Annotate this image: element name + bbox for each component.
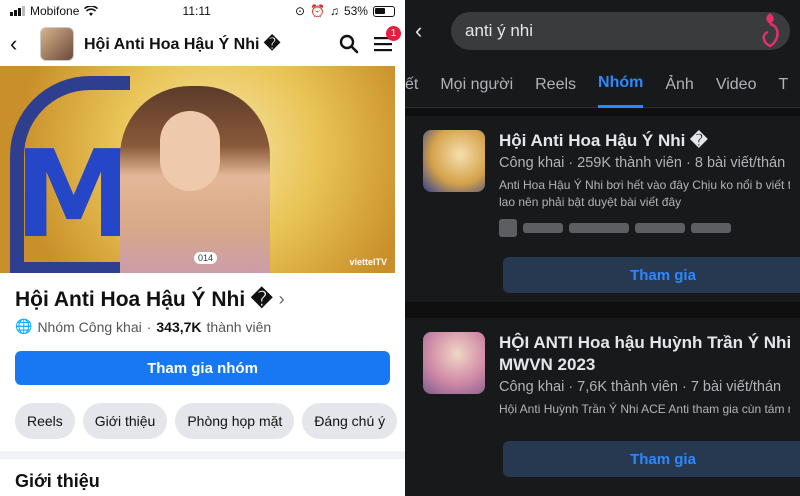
group-header: ‹ Hội Anti Hoa Hậu Ý Nhi � 1 [0,22,405,66]
result-thumbnail[interactable] [423,130,485,192]
broadcaster-logo: viettelTV [349,257,387,267]
search-results-dark: ‹ anti ý nhi ết Mọi người Reels Nhóm Ảnh… [405,0,800,496]
tab-photos[interactable]: Ảnh [665,62,693,108]
result-title[interactable]: HỘI ANTI Hoa hậu Huỳnh Trần Ý Nhi MWVN 2… [499,332,790,376]
section-divider [0,451,405,459]
member-count: 343,7K [156,318,202,335]
watermark-logo-icon [762,13,779,48]
results-separator [405,302,800,318]
chevron-right-icon: › [278,289,285,309]
blurred-text [523,223,563,233]
group-name[interactable]: Hội Anti Hoa Hậu Ý Nhi � › [0,273,405,316]
globe-icon: 🌐 [15,318,33,334]
meta-separator: · [146,318,152,335]
blurred-text [569,223,629,233]
back-arrow-icon[interactable]: ‹ [10,31,30,57]
search-icon[interactable] [337,32,361,56]
carrier-name: Mobifone [30,4,80,18]
rotation-lock-icon: ⊙ [294,4,305,18]
results-separator [405,108,800,116]
member-suffix: thành viên [206,318,272,335]
screenshot-composite: Mobifone 11:11 ⊙ ⏰ ♫ 53% ‹ Hội Anti Hoa … [0,0,800,496]
result-card[interactable]: Hội Anti Hoa Hậu Ý Nhi � Công khai · 259… [405,116,800,293]
group-chips: Reels Giới thiệu Phòng họp mặt Đáng chú … [15,403,405,439]
cover-photo[interactable]: M 014 viettelTV [0,66,395,273]
battery-percent: 53% [343,4,368,18]
join-group-button[interactable]: Tham gia nhóm [15,351,390,385]
result-meta: Công khai · 7,6K thành viên · 7 bài viết… [499,379,782,395]
chip-featured[interactable]: Đáng chú ý [302,403,398,439]
headphones-icon: ♫ [329,4,339,18]
search-bar-row: ‹ anti ý nhi [405,0,800,62]
tab-videos[interactable]: Video [716,62,757,108]
tab-posts[interactable]: ết [405,62,418,108]
contestant-number: 014 [194,252,218,264]
blurred-text [635,223,685,233]
menu-icon[interactable]: 1 [371,26,401,56]
result-meta: Công khai · 259K thành viên · 8 bài viết… [499,155,786,171]
tab-more[interactable]: T [778,62,788,108]
filter-tabs: ết Mọi người Reels Nhóm Ảnh Video T [405,62,800,108]
chip-rooms[interactable]: Phòng họp mặt [175,403,295,439]
chip-reels[interactable]: Reels [15,403,75,439]
chip-about[interactable]: Giới thiệu [82,403,168,439]
group-page-light: Mobifone 11:11 ⊙ ⏰ ♫ 53% ‹ Hội Anti Hoa … [0,0,405,496]
group-avatar[interactable] [40,27,74,61]
search-input[interactable]: anti ý nhi [451,12,790,50]
blurred-text [691,223,731,233]
clock: 11:11 [182,4,211,18]
header-title: Hội Anti Hoa Hậu Ý Nhi � [84,36,281,53]
status-bar: Mobifone 11:11 ⊙ ⏰ ♫ 53% [0,0,405,22]
contestant-face [160,111,220,191]
result-description: Hội Anti Huỳnh Trần Ý Nhi ACE Anti tham … [499,402,790,416]
notification-badge: 1 [386,26,401,41]
group-meta: 🌐 Nhóm Công khai · 343,7K thành viên [0,316,405,335]
join-button[interactable]: Tham gia [503,441,800,477]
result-description: Anti Hoa Hậu Ý Nhi bơi hết vào đây Chịu … [499,178,790,209]
back-arrow-icon[interactable]: ‹ [415,18,439,44]
about-section-title: Giới thiệu [15,471,100,491]
blurred-member-preview [499,219,790,237]
join-button[interactable]: Tham gia [503,257,800,293]
wifi-icon [84,5,99,16]
signal-icon [10,6,25,16]
group-name-text: Hội Anti Hoa Hậu Ý Nhi � [15,288,273,311]
alarm-icon: ⏰ [310,4,325,18]
battery-icon [372,5,395,17]
tab-groups[interactable]: Nhóm [598,62,644,108]
tab-people[interactable]: Mọi người [440,62,513,108]
result-title[interactable]: Hội Anti Hoa Hậu Ý Nhi � [499,130,790,152]
stage-logo-m: M [14,126,134,265]
result-thumbnail[interactable] [423,332,485,394]
tab-reels[interactable]: Reels [535,62,576,108]
privacy-label: Nhóm Công khai [37,318,142,335]
blurred-avatar [499,219,517,237]
result-card[interactable]: HỘI ANTI Hoa hậu Huỳnh Trần Ý Nhi MWVN 2… [405,318,800,477]
